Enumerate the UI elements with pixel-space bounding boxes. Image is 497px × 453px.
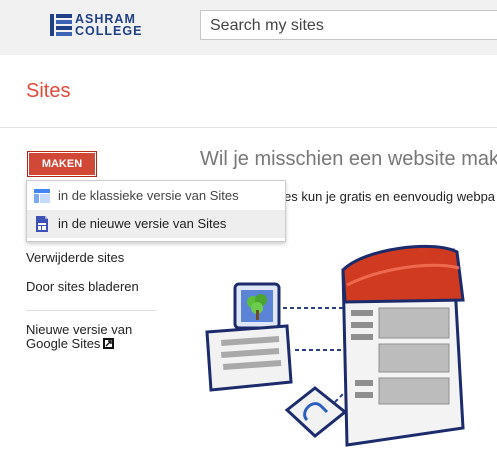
classic-sites-icon (34, 189, 50, 203)
menu-item-classic-sites[interactable]: in de klassieke versie van Sites (27, 182, 285, 210)
page-title: Sites (26, 80, 71, 102)
external-link-icon (103, 338, 115, 349)
logo-line-2: COLLEGE (75, 24, 143, 38)
nav-new-google-sites-link[interactable]: Nieuwe versie van Google Sites (26, 323, 156, 351)
menu-item-new-sites[interactable]: in de nieuwe versie van Sites (27, 210, 285, 238)
menu-item-label: in de klassieke versie van Sites (58, 188, 239, 203)
create-button[interactable]: MAKEN (27, 151, 97, 177)
new-version-line-1: Nieuwe versie van (26, 322, 133, 337)
sites-illustration (205, 244, 465, 447)
nav-divider (26, 310, 156, 311)
nav-browse-sites[interactable]: Door sites bladeren (26, 279, 139, 294)
search-input[interactable]: Search my sites (200, 10, 497, 40)
new-version-line-2: Google Sites (26, 336, 101, 351)
logo-mark-icon (50, 14, 72, 36)
welcome-headline: Wil je misschien een website mak (200, 148, 497, 170)
menu-item-label: in de nieuwe versie van Sites (58, 216, 227, 231)
new-sites-icon (36, 216, 48, 232)
welcome-subline: es kun je gratis en eenvoudig webpa (284, 189, 496, 204)
logo-text: ASHRAM COLLEGE (75, 13, 143, 38)
create-menu: in de klassieke versie van Sites in de n… (26, 180, 286, 242)
top-bar: ASHRAM COLLEGE Search my sites (0, 0, 497, 55)
nav-deleted-sites[interactable]: Verwijderde sites (26, 250, 124, 265)
search-placeholder: Search my sites (210, 17, 324, 34)
header-divider (0, 127, 497, 128)
college-logo[interactable]: ASHRAM COLLEGE (50, 12, 150, 40)
